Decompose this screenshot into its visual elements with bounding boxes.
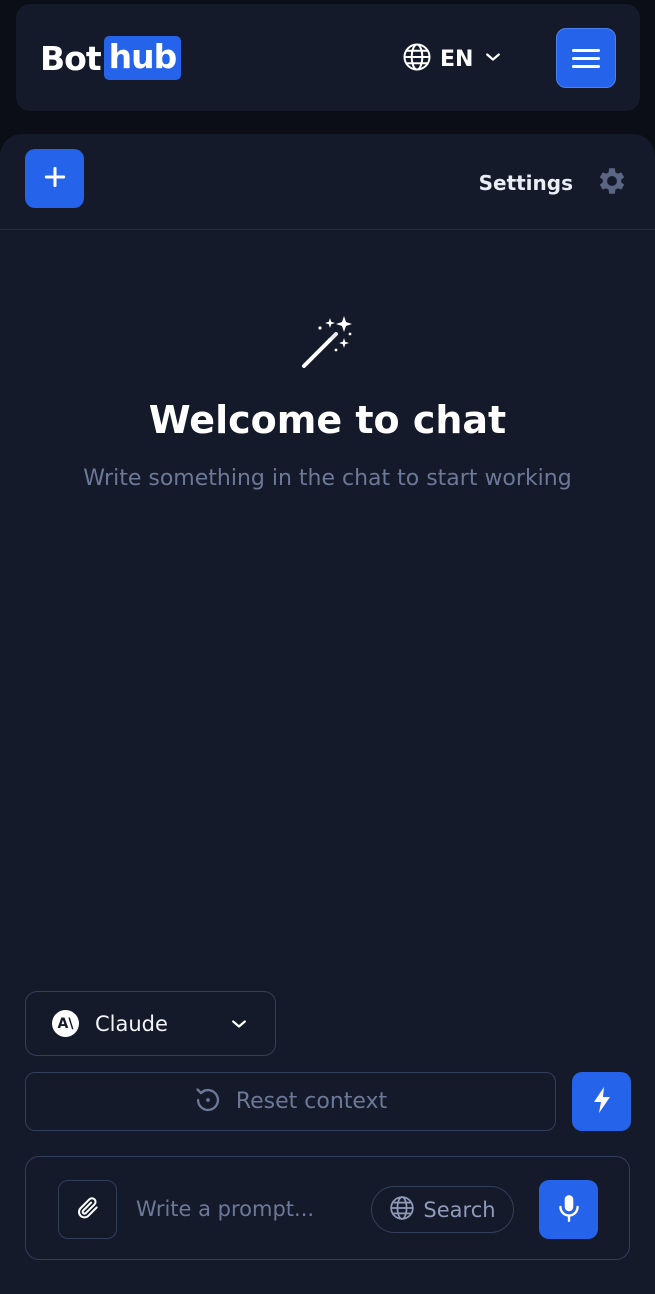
language-selector[interactable]: EN	[402, 42, 503, 76]
model-name: Claude	[95, 1011, 168, 1036]
menu-icon-line	[572, 56, 600, 60]
top-header: Bot hub EN	[16, 4, 640, 111]
new-chat-button[interactable]	[25, 149, 84, 208]
hamburger-menu-button[interactable]	[556, 28, 616, 88]
settings-label: Settings	[478, 171, 573, 195]
chat-toolbar: Settings	[0, 134, 655, 230]
quick-mode-button[interactable]	[572, 1072, 631, 1131]
welcome-subtitle: Write something in the chat to start wor…	[83, 466, 572, 491]
voice-input-button[interactable]	[539, 1180, 598, 1239]
chevron-down-icon	[483, 47, 503, 71]
settings-button[interactable]: Settings	[479, 164, 629, 202]
claude-logo-icon: A\	[52, 1010, 79, 1037]
search-label: Search	[423, 1197, 496, 1222]
language-label: EN	[440, 46, 474, 72]
globe-icon	[402, 42, 432, 76]
plus-icon	[42, 164, 68, 194]
welcome-title: Welcome to chat	[148, 398, 507, 442]
chevron-down-icon	[229, 1014, 249, 1038]
globe-icon	[389, 1195, 415, 1225]
reset-context-label: Reset context	[235, 1089, 388, 1114]
paperclip-icon	[75, 1195, 101, 1225]
attach-file-button[interactable]	[58, 1180, 117, 1239]
chat-panel: Settings Welcome to chat Write something…	[0, 134, 655, 1294]
logo-text-hub: hub	[103, 36, 182, 80]
magic-wand-icon	[300, 314, 356, 374]
menu-icon-line	[572, 48, 600, 52]
reset-context-button[interactable]: Reset context	[25, 1072, 556, 1131]
prompt-composer: Search	[25, 1156, 630, 1260]
prompt-input[interactable]	[136, 1187, 366, 1231]
bothub-logo[interactable]: Bot hub	[40, 36, 182, 80]
model-selector[interactable]: A\ Claude	[25, 991, 276, 1056]
history-icon	[194, 1086, 222, 1118]
logo-text-bot: Bot	[40, 38, 102, 78]
gear-icon	[595, 164, 629, 202]
microphone-icon	[556, 1193, 582, 1227]
web-search-toggle[interactable]: Search	[371, 1186, 514, 1233]
menu-icon-line	[572, 64, 600, 68]
lightning-icon	[590, 1086, 614, 1118]
